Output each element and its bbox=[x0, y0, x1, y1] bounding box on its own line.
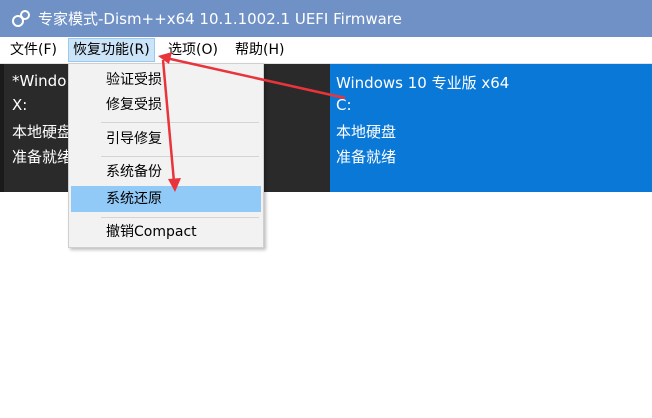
menu-item-label: 系统备份 bbox=[106, 164, 162, 180]
system-status: 准备就绪 bbox=[336, 148, 397, 166]
menu-item-label: 引导修复 bbox=[106, 131, 162, 147]
menu-recovery[interactable]: 恢复功能(R) bbox=[68, 38, 155, 62]
menu-item-system-backup[interactable]: 系统备份 bbox=[71, 160, 261, 184]
system-status: 准备就绪 bbox=[12, 148, 73, 166]
menu-item-label: 系统还原 bbox=[106, 191, 162, 207]
window-title: 专家模式-Dism++x64 10.1.1002.1 UEFI Firmware bbox=[38, 10, 402, 28]
menu-item-label: 修复受损 bbox=[106, 97, 162, 113]
system-drive: X: bbox=[12, 96, 28, 114]
menu-file[interactable]: 文件(F) bbox=[6, 39, 61, 61]
recovery-dropdown-menu: 验证受损 修复受损 引导修复 系统备份 系统还原 撤销Compact bbox=[68, 63, 264, 248]
menu-bar: 文件(F) 恢复功能(R) 选项(O) 帮助(H) bbox=[0, 37, 652, 64]
system-card-win10[interactable]: Windows 10 专业版 x64 C: 本地硬盘 准备就绪 bbox=[330, 64, 652, 192]
menu-separator bbox=[101, 156, 259, 157]
system-disk-type: 本地硬盘 bbox=[336, 123, 397, 141]
menu-item-verify-damage[interactable]: 验证受损 bbox=[71, 68, 261, 92]
menu-item-boot-repair[interactable]: 引导修复 bbox=[71, 127, 261, 151]
menu-help[interactable]: 帮助(H) bbox=[231, 39, 288, 61]
menu-separator bbox=[101, 217, 259, 218]
system-disk-type: 本地硬盘 bbox=[12, 123, 73, 141]
menu-item-system-restore[interactable]: 系统还原 bbox=[71, 186, 261, 212]
menu-item-repair-damage[interactable]: 修复受损 bbox=[71, 93, 261, 117]
menu-item-label: 验证受损 bbox=[106, 72, 162, 88]
title-bar: 专家模式-Dism++x64 10.1.1002.1 UEFI Firmware bbox=[0, 0, 652, 37]
menu-item-undo-compact[interactable]: 撤销Compact bbox=[71, 220, 261, 244]
system-name: *Windo bbox=[12, 72, 67, 90]
system-drive: C: bbox=[336, 96, 352, 114]
system-name: Windows 10 专业版 x64 bbox=[336, 74, 510, 92]
menu-options[interactable]: 选项(O) bbox=[164, 39, 222, 61]
menu-separator bbox=[101, 122, 259, 123]
menu-item-label: 撤销Compact bbox=[106, 224, 197, 240]
dism-app-icon bbox=[12, 10, 30, 27]
